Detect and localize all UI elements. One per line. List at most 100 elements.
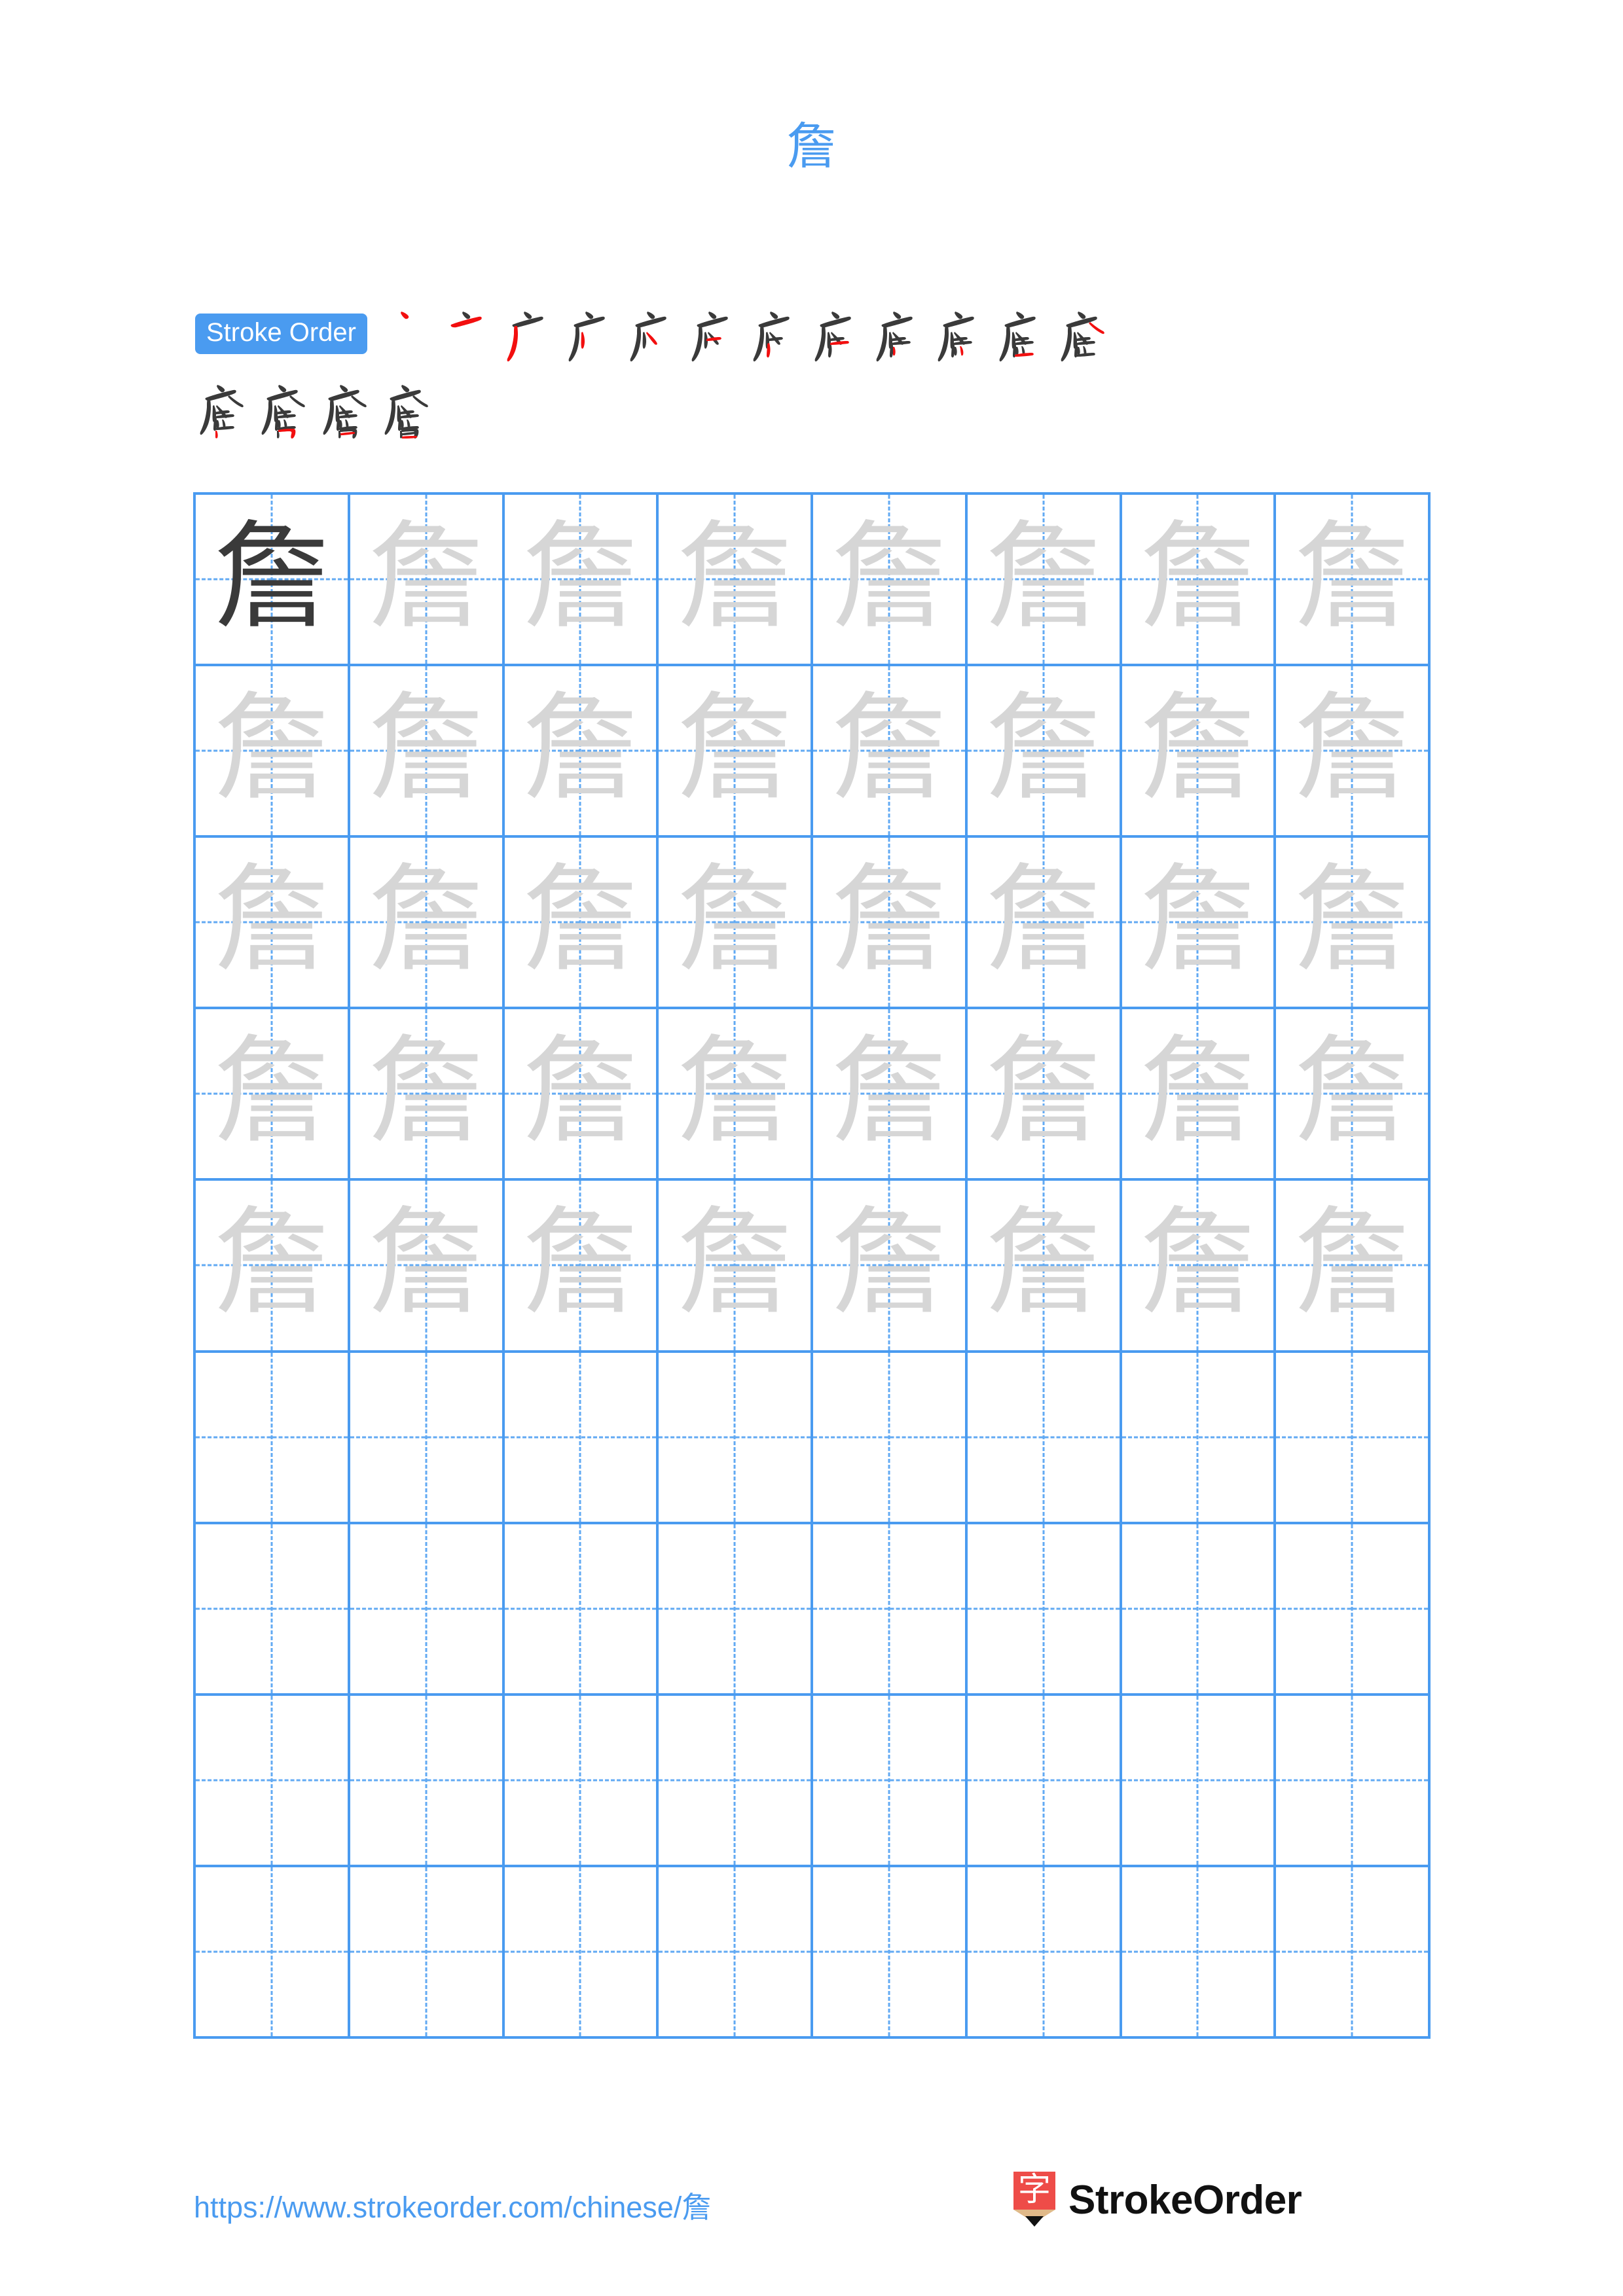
practice-cell-r8-c5[interactable] <box>813 1695 968 1867</box>
trace-character: 詹 <box>1139 1024 1256 1160</box>
practice-cell-r7-c5[interactable] <box>813 1524 968 1696</box>
trace-character: 詹 <box>1139 1195 1256 1331</box>
stroke-order-rows: Stroke Order <box>195 302 1439 439</box>
trace-character: 詹 <box>1294 852 1411 988</box>
practice-cell-r5-c3[interactable]: 詹 <box>504 1181 659 1353</box>
practice-cell-r8-c7[interactable] <box>1122 1695 1277 1867</box>
practice-cell-r3-c1[interactable]: 詹 <box>196 838 350 1010</box>
footer-url[interactable]: https://www.strokeorder.com/chinese/詹 <box>194 2183 711 2226</box>
practice-cell-r4-c5[interactable]: 詹 <box>813 1009 968 1181</box>
practice-cell-r6-c1[interactable] <box>196 1352 350 1524</box>
practice-cell-r6-c5[interactable] <box>813 1352 968 1524</box>
practice-cell-r6-c3[interactable] <box>504 1352 659 1524</box>
practice-cell-r4-c4[interactable]: 詹 <box>659 1009 813 1181</box>
trace-character: 詹 <box>522 1024 639 1160</box>
practice-cell-r3-c6[interactable]: 詹 <box>967 838 1122 1010</box>
trace-character: 詹 <box>830 1195 947 1331</box>
practice-cell-r7-c3[interactable] <box>504 1524 659 1696</box>
practice-cell-r2-c6[interactable]: 詹 <box>967 666 1122 838</box>
stroke-step-4 <box>564 302 625 365</box>
practice-cell-r8-c2[interactable] <box>350 1695 505 1867</box>
practice-cell-r6-c2[interactable] <box>350 1352 505 1524</box>
practice-cell-r2-c3[interactable]: 詹 <box>504 666 659 838</box>
practice-cell-r8-c3[interactable] <box>504 1695 659 1867</box>
practice-cell-r9-c6[interactable] <box>967 1867 1122 2039</box>
stroke-step-9 <box>871 302 933 365</box>
trace-character: 詹 <box>830 681 947 817</box>
practice-cell-r2-c8[interactable]: 詹 <box>1276 666 1431 838</box>
practice-cell-r3-c5[interactable]: 詹 <box>813 838 968 1010</box>
practice-cell-r3-c8[interactable]: 詹 <box>1276 838 1431 1010</box>
practice-cell-r7-c4[interactable] <box>659 1524 813 1696</box>
practice-cell-r9-c1[interactable] <box>196 1867 350 2039</box>
practice-cell-r2-c7[interactable]: 詹 <box>1122 666 1277 838</box>
practice-cell-r4-c3[interactable]: 詹 <box>504 1009 659 1181</box>
stroke-step-10 <box>933 302 994 365</box>
practice-cell-r9-c5[interactable] <box>813 1867 968 2039</box>
practice-cell-r5-c2[interactable]: 詹 <box>350 1181 505 1353</box>
practice-cell-r4-c2[interactable]: 詹 <box>350 1009 505 1181</box>
stroke-step-5 <box>625 302 687 365</box>
practice-cell-r5-c1[interactable]: 詹 <box>196 1181 350 1353</box>
practice-cell-r8-c8[interactable] <box>1276 1695 1431 1867</box>
stroke-step-6 <box>687 302 748 365</box>
practice-cell-r3-c2[interactable]: 詹 <box>350 838 505 1010</box>
stroke-step-13 <box>195 376 257 439</box>
practice-cell-r2-c2[interactable]: 詹 <box>350 666 505 838</box>
practice-cell-r3-c3[interactable]: 詹 <box>504 838 659 1010</box>
trace-character: 詹 <box>1294 509 1411 645</box>
practice-cell-r6-c6[interactable] <box>967 1352 1122 1524</box>
practice-cell-r6-c8[interactable] <box>1276 1352 1431 1524</box>
stroke-step-16 <box>380 376 441 439</box>
practice-cell-r9-c2[interactable] <box>350 1867 505 2039</box>
practice-cell-r8-c6[interactable] <box>967 1695 1122 1867</box>
practice-cell-r8-c4[interactable] <box>659 1695 813 1867</box>
practice-cell-r7-c1[interactable] <box>196 1524 350 1696</box>
footer-brand: 字 StrokeOrder <box>1013 2172 1302 2228</box>
practice-cell-r1-c2[interactable]: 詹 <box>350 495 505 667</box>
trace-character: 詹 <box>367 509 484 645</box>
practice-cell-r1-c3[interactable]: 詹 <box>504 495 659 667</box>
practice-cell-r6-c4[interactable] <box>659 1352 813 1524</box>
trace-character: 詹 <box>367 1195 484 1331</box>
trace-character: 詹 <box>367 681 484 817</box>
practice-cell-r3-c7[interactable]: 詹 <box>1122 838 1277 1010</box>
practice-cell-r4-c8[interactable]: 詹 <box>1276 1009 1431 1181</box>
practice-cell-r8-c1[interactable] <box>196 1695 350 1867</box>
practice-cell-r1-c5[interactable]: 詹 <box>813 495 968 667</box>
practice-cell-r4-c6[interactable]: 詹 <box>967 1009 1122 1181</box>
practice-cell-r9-c4[interactable] <box>659 1867 813 2039</box>
stroke-step-1 <box>379 302 441 365</box>
practice-cell-r3-c4[interactable]: 詹 <box>659 838 813 1010</box>
practice-cell-r9-c8[interactable] <box>1276 1867 1431 2039</box>
practice-cell-r2-c4[interactable]: 詹 <box>659 666 813 838</box>
practice-cell-r9-c7[interactable] <box>1122 1867 1277 2039</box>
practice-cell-r5-c8[interactable]: 詹 <box>1276 1181 1431 1353</box>
practice-cell-r2-c5[interactable]: 詹 <box>813 666 968 838</box>
practice-cell-r1-c1[interactable]: 詹 <box>196 495 350 667</box>
practice-cell-r5-c7[interactable]: 詹 <box>1122 1181 1277 1353</box>
practice-cell-r7-c7[interactable] <box>1122 1524 1277 1696</box>
practice-cell-r7-c2[interactable] <box>350 1524 505 1696</box>
practice-cell-r6-c7[interactable] <box>1122 1352 1277 1524</box>
practice-cell-r2-c1[interactable]: 詹 <box>196 666 350 838</box>
practice-cell-r1-c7[interactable]: 詹 <box>1122 495 1277 667</box>
logo-character: 字 <box>1018 2170 1051 2208</box>
trace-character: 詹 <box>830 509 947 645</box>
practice-cell-r7-c8[interactable] <box>1276 1524 1431 1696</box>
practice-cell-r4-c1[interactable]: 詹 <box>196 1009 350 1181</box>
practice-cell-r7-c6[interactable] <box>967 1524 1122 1696</box>
practice-cell-r5-c5[interactable]: 詹 <box>813 1181 968 1353</box>
practice-cell-r1-c6[interactable]: 詹 <box>967 495 1122 667</box>
stroke-step-7 <box>748 302 810 365</box>
practice-cell-r4-c7[interactable]: 詹 <box>1122 1009 1277 1181</box>
trace-character: 詹 <box>1294 1195 1411 1331</box>
trace-character: 詹 <box>1139 681 1256 817</box>
practice-cell-r5-c4[interactable]: 詹 <box>659 1181 813 1353</box>
practice-cell-r5-c6[interactable]: 詹 <box>967 1181 1122 1353</box>
practice-cell-r9-c3[interactable] <box>504 1867 659 2039</box>
trace-character: 詹 <box>830 852 947 988</box>
practice-cell-r1-c4[interactable]: 詹 <box>659 495 813 667</box>
trace-character: 詹 <box>213 1195 330 1331</box>
practice-cell-r1-c8[interactable]: 詹 <box>1276 495 1431 667</box>
